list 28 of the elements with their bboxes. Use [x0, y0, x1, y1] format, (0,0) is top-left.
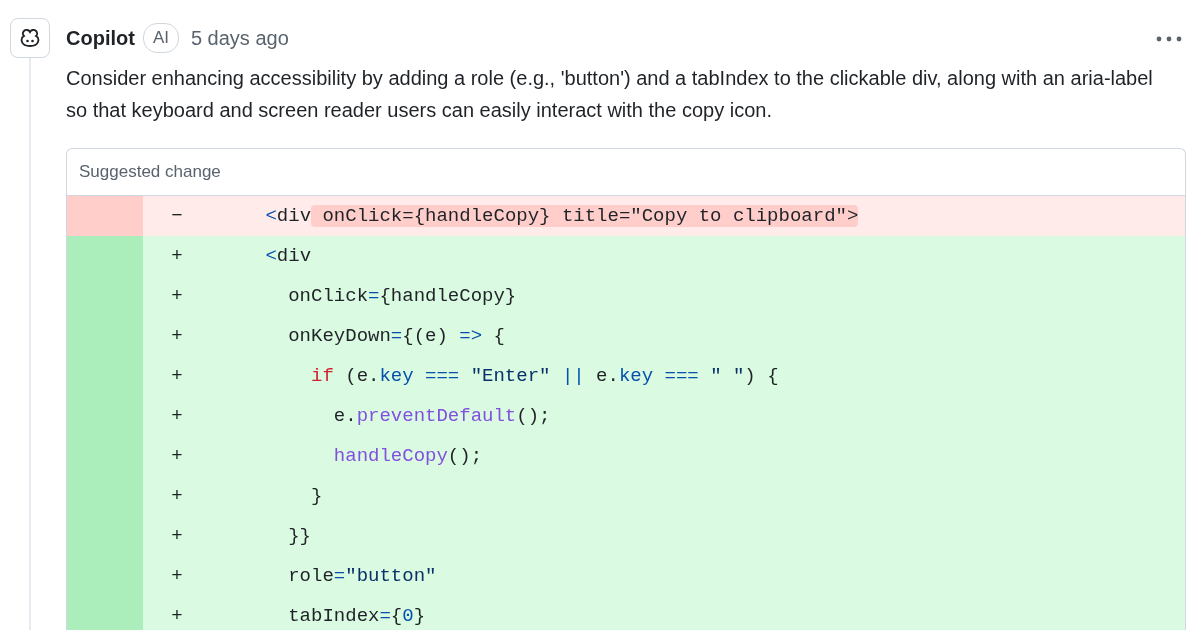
code-line: <div onClick={handleCopy} title="Copy to clipboard">: [264, 203, 859, 229]
added-marker: +: [170, 283, 184, 309]
code-line: role="button": [287, 563, 437, 589]
code-line: }: [310, 483, 323, 509]
added-marker: +: [170, 603, 184, 629]
added-marker: +: [170, 243, 184, 269]
code-line: if (e.key === "Enter" || e.key === " ") {: [310, 363, 779, 389]
code-line: onKeyDown={(e) => {: [287, 323, 505, 349]
timestamp[interactable]: 5 days ago: [190, 23, 289, 53]
code-line: <div: [264, 243, 312, 269]
ai-label: AI: [142, 23, 179, 53]
added-marker: +: [170, 523, 184, 549]
added-marker: +: [170, 323, 184, 349]
added-marker: +: [170, 443, 184, 469]
code-line: e.preventDefault();: [332, 403, 551, 429]
removed-marker: −: [170, 203, 184, 229]
code-line: tabIndex={0}: [287, 603, 426, 629]
added-marker: +: [170, 363, 184, 389]
more-options-icon[interactable]: [1156, 35, 1182, 42]
code-line: handleCopy();: [332, 443, 483, 469]
bot-icon: [20, 29, 40, 47]
added-marker: +: [170, 563, 184, 589]
code-line: }}: [287, 523, 312, 549]
comment-text: Consider enhancing accessibility by adding a role (e.g., 'button') and a tabIndex to the clickable div, along with an aria-label so that keyboard and screen reader users can easily interact with the copy icon.: [66, 66, 1154, 123]
code-line: onClick={handleCopy}: [287, 283, 517, 309]
author-name[interactable]: Copilot: [66, 23, 135, 53]
added-marker: +: [170, 483, 184, 509]
added-marker: +: [170, 403, 184, 429]
